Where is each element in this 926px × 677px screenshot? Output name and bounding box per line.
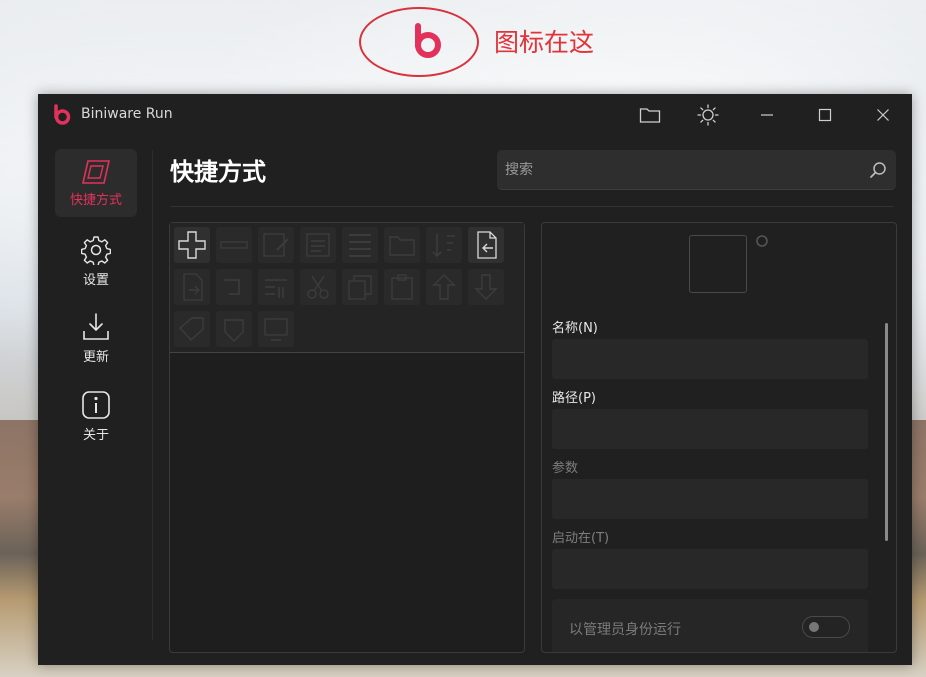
list-icon [349,234,371,257]
header-divider [170,206,894,207]
move-icon [224,279,240,295]
name-label: 名称(N) [552,321,598,336]
open-folder-tool-button[interactable] [384,227,420,263]
folder-icon [639,108,661,123]
remove-icon [220,241,248,249]
run-as-admin-toggle[interactable] [802,616,850,638]
open-folder-button[interactable] [634,100,666,130]
shortcut-detail-panel: 名称(N) 路径(P) 参数 启动在(T) 以管理员身份运行 [541,222,897,653]
params-field[interactable] [552,479,868,519]
gear-icon [81,235,111,265]
info-icon [82,390,110,419]
sidebar-item-label: 设置 [82,272,109,288]
cut-button[interactable] [300,269,336,305]
move-up-button[interactable] [426,269,462,305]
theme-icon [697,104,719,126]
annotation-text: 图标在这 [494,28,595,57]
cut-icon [307,275,329,299]
window-title: Biniware Run [81,106,173,122]
run-as-admin-label: 以管理员身份运行 [569,622,681,638]
import-icon [477,231,497,259]
sidebar-item-shortcuts[interactable]: 快捷方式 [55,149,137,217]
tag-icon [178,317,204,341]
start-in-field[interactable] [552,549,868,589]
export-icon [183,273,203,301]
paste-icon [391,274,413,300]
properties-button[interactable] [300,227,336,263]
shortcut-toolbar [170,223,524,353]
edit-icon [263,233,289,257]
paste-button[interactable] [384,269,420,305]
import-button[interactable] [468,227,504,263]
start-in-label: 启动在(T) [552,531,610,546]
export-button[interactable] [174,269,210,305]
screen-button[interactable] [258,311,294,347]
open-folder-icon [389,236,415,256]
add-button[interactable] [174,227,210,263]
move-down-icon [474,274,498,300]
move-up-icon [432,274,456,300]
screen-icon [264,318,288,341]
maximize-button[interactable] [809,100,841,130]
sidebar-item-about[interactable]: 关于 [55,382,137,450]
close-button[interactable] [867,100,899,130]
search-icon[interactable] [868,160,888,180]
shortcut-icon-preview[interactable] [689,235,747,293]
sidebar-item-label: 关于 [82,427,109,443]
theme-toggle-button[interactable] [692,100,724,130]
name-field[interactable] [552,339,868,379]
params-label: 参数 [552,461,579,476]
run-as-admin-row: 以管理员身份运行 [552,599,868,652]
refresh-icon[interactable] [755,234,769,248]
group-button[interactable] [258,269,294,305]
detail-scrollbar[interactable] [885,323,888,541]
toggle-knob [809,622,819,632]
title-bar: Biniware Run [38,94,912,136]
app-logo-icon [54,104,71,125]
edit-button[interactable] [258,227,294,263]
sort-button[interactable] [426,227,462,263]
properties-icon [306,233,330,257]
tag-button[interactable] [174,311,210,347]
search-input[interactable] [497,150,867,190]
search-box [497,150,896,190]
shortcut-list-panel[interactable] [169,222,525,653]
copy-button[interactable] [342,269,378,305]
sort-icon [432,234,455,258]
pin-icon [224,319,244,342]
path-label: 路径(P) [552,391,596,406]
group-icon [265,279,287,298]
biniware-logo-icon [415,23,441,58]
add-icon [178,231,206,259]
move-down-button[interactable] [468,269,504,305]
shortcut-icon [81,159,111,184]
sidebar-divider [152,150,153,640]
close-icon [877,109,889,121]
app-window: Biniware Run 快捷方式 设置 更新 关于 快捷方式 搜索 名称(N)… [38,94,912,665]
sidebar-item-update[interactable]: 更新 [55,304,137,372]
minimize-icon [761,114,773,116]
remove-button[interactable] [216,227,252,263]
page-title: 快捷方式 [170,158,266,186]
sidebar-item-settings[interactable]: 设置 [55,227,137,295]
path-field[interactable] [552,409,868,449]
maximize-icon [818,108,832,122]
sidebar-item-label: 快捷方式 [69,192,122,208]
copy-icon [348,275,372,300]
download-icon [83,312,109,340]
list-button[interactable] [342,227,378,263]
sidebar-item-label: 更新 [82,349,109,365]
pin-button[interactable] [216,311,252,347]
move-button[interactable] [216,269,252,305]
minimize-button[interactable] [751,100,783,130]
